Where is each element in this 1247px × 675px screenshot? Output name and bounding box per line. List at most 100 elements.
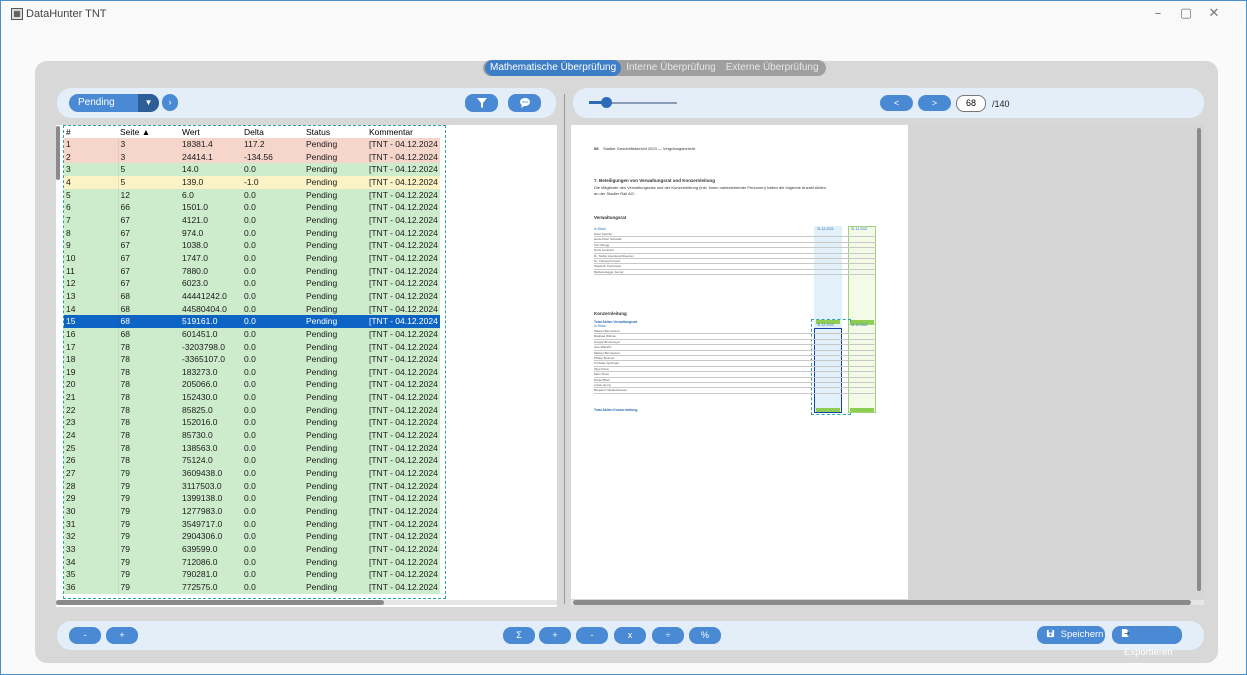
page-number-input[interactable]: 68 [956,95,986,112]
cell-wert[interactable]: 85825.0 [180,403,242,417]
cell-status[interactable]: Pending [304,175,367,189]
cell-number[interactable]: 13 [64,289,119,303]
cell-wert[interactable]: 2904306.0 [180,530,242,543]
cell-delta[interactable]: 0.0 [242,302,304,316]
filter-next-button[interactable]: › [162,94,178,111]
cell-seite[interactable]: 78 [118,454,180,468]
cell-kommentar[interactable]: [TNT - 04.12.2024 [367,568,440,581]
cell-delta[interactable]: 0.0 [242,403,304,417]
cell-seite[interactable]: 79 [118,543,180,556]
cell-kommentar[interactable]: [TNT - 04.12.2024 [367,353,440,366]
cell-seite[interactable]: 79 [118,467,180,480]
table-row[interactable]: 30 79 1277983.0 0.0 Pending [TNT - 04.12.2024 [64,505,440,518]
cell-delta[interactable]: 117.2 [242,138,304,151]
cell-delta[interactable]: 0.0 [242,530,304,543]
table-row[interactable]: 13 68 44441242.0 0.0 Pending [TNT - 04.12.202… [64,289,440,303]
cell-delta[interactable]: 0.0 [242,391,304,404]
column-header-number[interactable]: # [64,126,118,138]
cell-seite[interactable]: 78 [118,365,180,379]
table-row[interactable]: 5 12 6.0 0.0 Pending [TNT - 04.12.2024 [64,188,440,202]
cell-kommentar[interactable]: [TNT - 04.12.2024 [367,416,440,430]
cell-kommentar[interactable]: [TNT - 04.12.2024 [367,239,440,252]
cell-kommentar[interactable]: [TNT - 04.12.2024 [367,226,440,240]
cell-kommentar[interactable]: [TNT - 04.12.2024 [367,555,440,569]
cell-status[interactable]: Pending [304,403,367,417]
cell-kommentar[interactable]: [TNT - 04.12.2024 [367,264,440,278]
cell-kommentar[interactable]: [TNT - 04.12.2024 [367,403,440,417]
cell-kommentar[interactable]: [TNT - 04.12.2024 [367,302,440,316]
cell-wert[interactable]: 601451.0 [180,327,242,341]
cell-status[interactable]: Pending [304,467,367,480]
cell-wert[interactable]: 1747.0 [180,251,242,265]
add-button[interactable]: + [106,627,138,644]
cell-number[interactable]: 28 [64,479,119,493]
cell-wert[interactable]: 205066.0 [180,378,242,392]
cell-delta[interactable]: 0.0 [242,277,304,290]
cell-seite[interactable]: 78 [118,391,180,404]
cell-kommentar[interactable]: [TNT - 04.12.2024 [367,138,440,151]
cell-wert[interactable]: 183273.0 [180,365,242,379]
cell-status[interactable]: Pending [304,378,367,392]
table-row[interactable]: 18 78 -3365107.0 0.0 Pending [TNT - 04.12.202… [64,353,440,366]
table-row[interactable]: 1 3 18381.4 117.2 Pending [TNT - 04.12.2024 [64,138,440,151]
cell-status[interactable]: Pending [304,150,367,164]
cell-kommentar[interactable]: [TNT - 04.12.2024 [367,163,440,176]
table-vertical-scrollbar[interactable] [56,126,60,180]
percent-button[interactable]: % [689,627,721,644]
cell-seite[interactable]: 79 [118,505,180,518]
cell-number[interactable]: 7 [64,213,119,227]
cell-status[interactable]: Pending [304,163,367,176]
cell-number[interactable]: 23 [64,416,119,430]
cell-number[interactable]: 6 [64,201,119,214]
cell-status[interactable]: Pending [304,340,367,354]
cell-status[interactable]: Pending [304,315,367,328]
panel-divider[interactable] [564,94,565,604]
table-row[interactable]: 16 68 601451.0 0.0 Pending [TNT - 04.12.2024 [64,327,440,341]
cell-kommentar[interactable]: [TNT - 04.12.2024 [367,327,440,341]
cell-seite[interactable]: 67 [118,239,180,252]
cell-kommentar[interactable]: [TNT - 04.12.2024 [367,479,440,493]
divide-button[interactable]: ÷ [652,627,684,644]
cell-wert[interactable]: 152016.0 [180,416,242,430]
sum-button[interactable]: Σ [503,627,535,644]
minimize-button[interactable]: – [1143,4,1173,24]
status-filter-select[interactable]: Pending ▼ [69,94,159,112]
cell-seite[interactable]: 67 [118,226,180,240]
cell-number[interactable]: 26 [64,454,119,468]
cell-number[interactable]: 5 [64,188,119,202]
cell-seite[interactable]: 68 [118,315,180,328]
cell-seite[interactable]: 12 [118,188,180,202]
cell-number[interactable]: 15 [64,315,119,328]
table-row[interactable]: 19 78 183273.0 0.0 Pending [TNT - 04.12.2024 [64,365,440,379]
cell-wert[interactable]: 1038.0 [180,239,242,252]
cell-seite[interactable]: 79 [118,517,180,531]
cell-kommentar[interactable]: [TNT - 04.12.2024 [367,467,440,480]
cell-kommentar[interactable]: [TNT - 04.12.2024 [367,150,440,164]
cell-status[interactable]: Pending [304,201,367,214]
cell-number[interactable]: 11 [64,264,119,278]
cell-wert[interactable]: 1399138.0 [180,492,242,506]
cell-number[interactable]: 4 [64,175,119,189]
export-button[interactable]: Exportieren [1112,626,1182,658]
cell-delta[interactable]: 0.0 [242,353,304,366]
cell-wert[interactable]: 6.0 [180,188,242,202]
cell-wert[interactable]: 3549717.0 [180,517,242,531]
cell-delta[interactable]: -134.56 [242,150,304,164]
cell-kommentar[interactable]: [TNT - 04.12.2024 [367,201,440,214]
cell-seite[interactable]: 79 [118,568,180,581]
cell-seite[interactable]: 3 [118,138,180,151]
cell-kommentar[interactable]: [TNT - 04.12.2024 [367,340,440,354]
filter-button[interactable] [465,94,498,112]
cell-kommentar[interactable]: [TNT - 04.12.2024 [367,492,440,506]
cell-seite[interactable]: 66 [118,201,180,214]
cell-number[interactable]: 34 [64,555,119,569]
cell-delta[interactable]: 0.0 [242,378,304,392]
cell-delta[interactable]: 0.0 [242,568,304,581]
cell-kommentar[interactable]: [TNT - 04.12.2024 [367,365,440,379]
cell-status[interactable]: Pending [304,289,367,303]
cell-number[interactable]: 16 [64,327,119,341]
cell-kommentar[interactable]: [TNT - 04.12.2024 [367,289,440,303]
cell-delta[interactable]: 0.0 [242,264,304,278]
cell-kommentar[interactable]: [TNT - 04.12.2024 [367,517,440,531]
column-header-status[interactable]: Status [304,126,367,138]
